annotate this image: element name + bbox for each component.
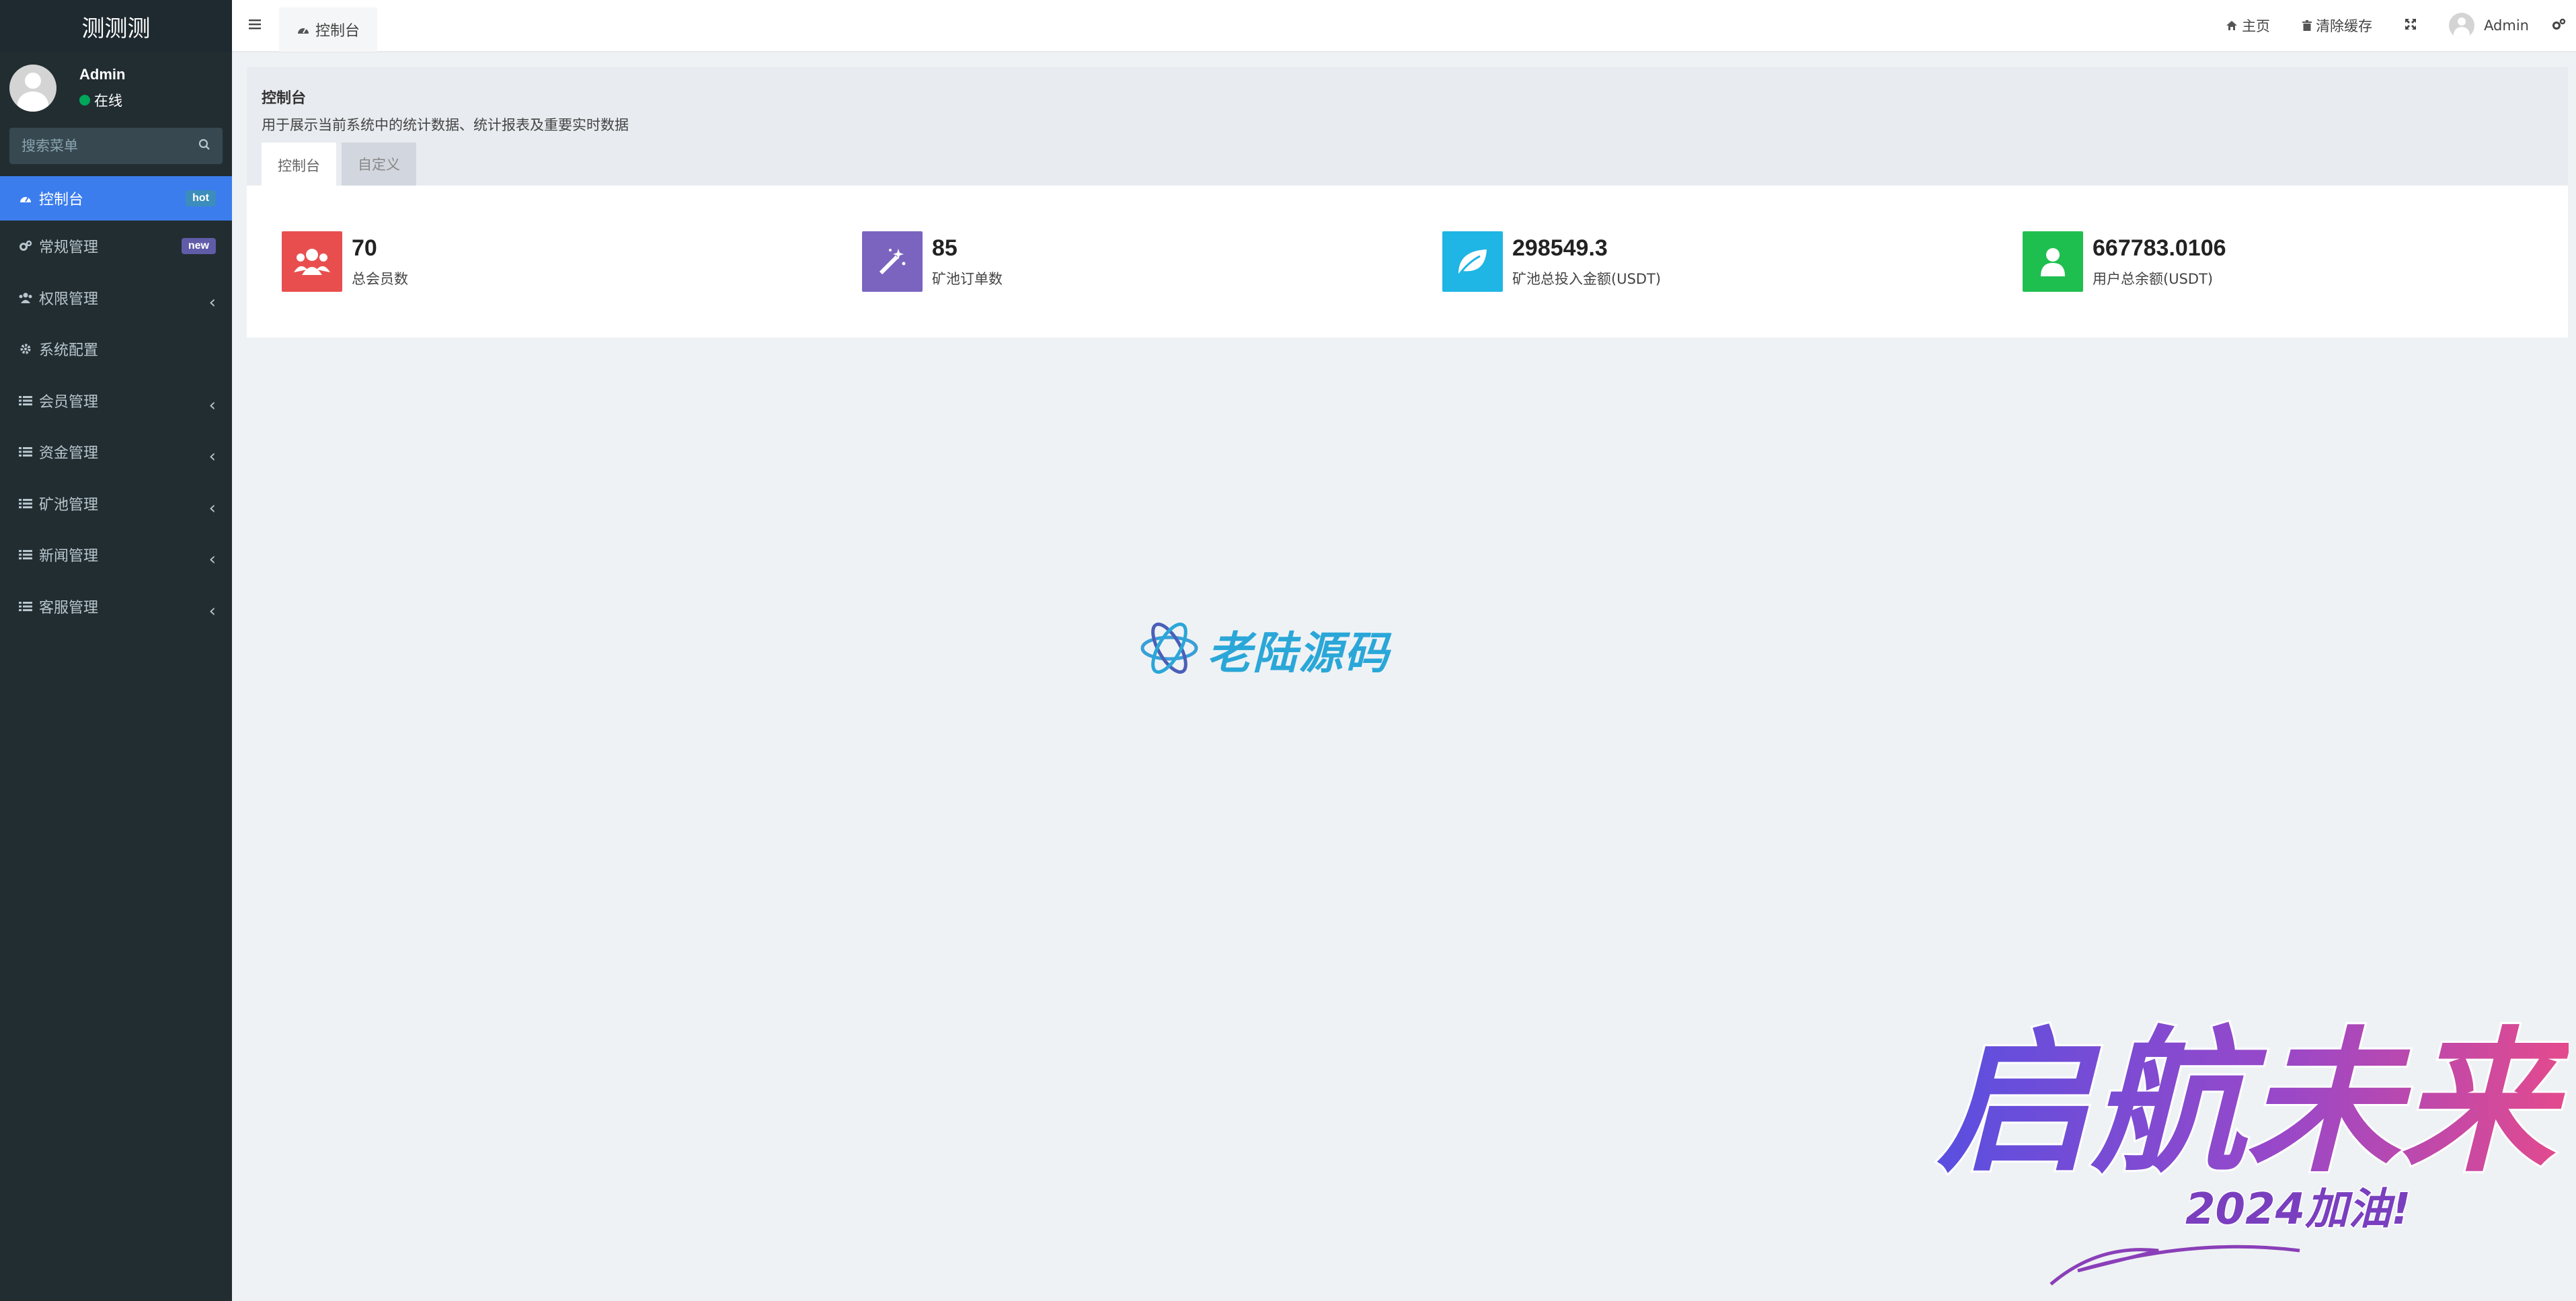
chevron-left-icon: ‹ — [208, 498, 216, 518]
home-label: 主页 — [2242, 18, 2271, 34]
dashboard-icon — [17, 191, 34, 206]
user-menu-label: Admin — [2484, 17, 2529, 34]
sidebar-item-mining-pool[interactable]: 矿池管理 ‹ — [0, 478, 232, 530]
tab-dashboard-panel[interactable]: 控制台 — [262, 143, 336, 186]
home-link[interactable]: 主页 — [2210, 0, 2286, 52]
stat-label: 总会员数 — [352, 270, 408, 287]
navbar-right: 主页 清除缓存 Admin — [2210, 0, 2576, 52]
online-dot-icon — [79, 95, 90, 106]
settings-button[interactable] — [2545, 0, 2576, 52]
chevron-left-icon: ‹ — [208, 446, 216, 467]
page-title: 控制台 — [262, 90, 307, 107]
list-icon — [17, 599, 34, 614]
avatar — [2449, 13, 2475, 38]
sidebar-item-members[interactable]: 会员管理 ‹ — [0, 375, 232, 427]
users-icon — [17, 290, 34, 305]
list-icon — [17, 547, 34, 562]
atom-icon — [1140, 618, 1199, 682]
user-status: 在线 — [79, 90, 125, 110]
sidebar-item-permissions[interactable]: 权限管理 ‹ — [0, 272, 232, 324]
gear-icon — [17, 342, 34, 356]
sidebar-item-dashboard[interactable]: 控制台 hot — [0, 176, 232, 221]
fullscreen-button[interactable] — [2388, 0, 2433, 52]
sidebar-item-label: 资金管理 — [39, 445, 99, 463]
top-navbar: 控制台 主页 清除缓存 Admin — [232, 0, 2576, 52]
sidebar-toggle-button[interactable] — [232, 0, 279, 52]
app-logo[interactable]: 测测测 — [0, 0, 232, 52]
sidebar-menu: 控制台 hot 常规管理 new 权限管理 ‹ 系统配置 会员管理 ‹ 资金管理… — [0, 176, 232, 632]
menu-search — [9, 128, 223, 164]
stat-total-members: 70 总会员数 — [247, 231, 827, 292]
stat-label: 矿池总投入金额(USDT) — [1512, 270, 1662, 287]
sidebar-item-label: 系统配置 — [39, 342, 99, 360]
menu-search-input[interactable] — [22, 138, 196, 154]
slogan-sub-text: 2024加油! — [2185, 1185, 2411, 1234]
slogan-swoosh — [2050, 1245, 2300, 1286]
sidebar-item-label: 新闻管理 — [39, 548, 99, 565]
avatar — [9, 65, 56, 112]
cogs-icon — [17, 239, 34, 253]
clear-cache-button[interactable]: 清除缓存 — [2286, 0, 2388, 52]
search-icon[interactable] — [198, 139, 210, 154]
panel-header: 控制台 用于展示当前系统中的统计数据、统计报表及重要实时数据 控制台 自定义 — [247, 67, 2568, 186]
tab-label: 控制台 — [315, 23, 360, 40]
sidebar-item-label: 矿池管理 — [39, 496, 99, 514]
sidebar-item-customer-service[interactable]: 客服管理 ‹ — [0, 581, 232, 633]
user-panel: Admin 在线 — [0, 52, 232, 124]
sidebar-item-label: 会员管理 — [39, 393, 99, 411]
page-description: 用于展示当前系统中的统计数据、统计报表及重要实时数据 — [262, 117, 629, 133]
home-icon — [2226, 20, 2238, 31]
stat-value: 85 — [932, 235, 958, 261]
tab-custom[interactable]: 自定义 — [342, 143, 416, 186]
user-name: Admin — [79, 66, 126, 83]
sidebar-item-label: 常规管理 — [39, 239, 99, 257]
panel-tabs: 控制台 自定义 — [262, 143, 422, 186]
sidebar-item-label: 控制台 — [39, 192, 84, 208]
stat-value: 667783.0106 — [2093, 235, 2226, 261]
chevron-left-icon: ‹ — [208, 292, 216, 313]
magic-icon — [862, 231, 923, 292]
watermark-slogan: 启航未来 2024加油! — [1935, 1010, 2569, 1286]
dashboard-icon — [297, 24, 310, 35]
sidebar-item-label: 客服管理 — [39, 599, 99, 617]
stats-row: 70 总会员数 85 矿池订单数 298549.3 矿池总投入金额(USDT) — [247, 186, 2568, 338]
stat-value: 298549.3 — [1512, 235, 1608, 261]
new-badge: new — [181, 238, 216, 255]
trash-icon — [2302, 20, 2312, 31]
stat-user-balance: 667783.0106 用户总余额(USDT) — [1988, 231, 2568, 292]
sidebar-item-label: 权限管理 — [39, 290, 99, 308]
clear-cache-label: 清除缓存 — [2316, 18, 2373, 34]
sidebar-item-general[interactable]: 常规管理 new — [0, 221, 232, 272]
cogs-icon — [2552, 17, 2567, 34]
watermark-logo: 老陆源码 — [1140, 617, 1390, 682]
users-icon — [282, 231, 342, 292]
hamburger-icon — [249, 19, 262, 33]
sidebar-item-news[interactable]: 新闻管理 ‹ — [0, 529, 232, 581]
leaf-icon — [1442, 231, 1503, 292]
stat-pool-orders: 85 矿池订单数 — [827, 231, 1407, 292]
hot-badge: hot — [186, 190, 216, 206]
stat-pool-investment: 298549.3 矿池总投入金额(USDT) — [1407, 231, 1988, 292]
sidebar-item-system-config[interactable]: 系统配置 — [0, 323, 232, 375]
fullscreen-icon — [2405, 17, 2417, 34]
chevron-left-icon: ‹ — [208, 549, 216, 570]
main-content: 控制台 用于展示当前系统中的统计数据、统计报表及重要实时数据 控制台 自定义 7… — [232, 54, 2576, 338]
stat-label: 用户总余额(USDT) — [2093, 270, 2214, 287]
list-icon — [17, 393, 34, 408]
user-icon — [2023, 231, 2083, 292]
app-logo-text: 测测测 — [81, 15, 151, 42]
chevron-left-icon: ‹ — [208, 600, 216, 621]
list-icon — [17, 496, 34, 511]
user-menu[interactable]: Admin — [2433, 0, 2545, 52]
tab-dashboard[interactable]: 控制台 — [279, 7, 378, 52]
stat-value: 70 — [352, 235, 377, 261]
list-icon — [17, 444, 34, 459]
watermark-logo-text: 老陆源码 — [1207, 627, 1390, 679]
slogan-text: 启航未来 — [1937, 1012, 2569, 1193]
user-status-label: 在线 — [94, 93, 122, 109]
sidebar-item-funds[interactable]: 资金管理 ‹ — [0, 426, 232, 478]
chevron-left-icon: ‹ — [208, 395, 216, 416]
stat-label: 矿池订单数 — [932, 270, 1003, 287]
sidebar: 测测测 Admin 在线 控制台 hot 常规管理 — [0, 0, 232, 1301]
